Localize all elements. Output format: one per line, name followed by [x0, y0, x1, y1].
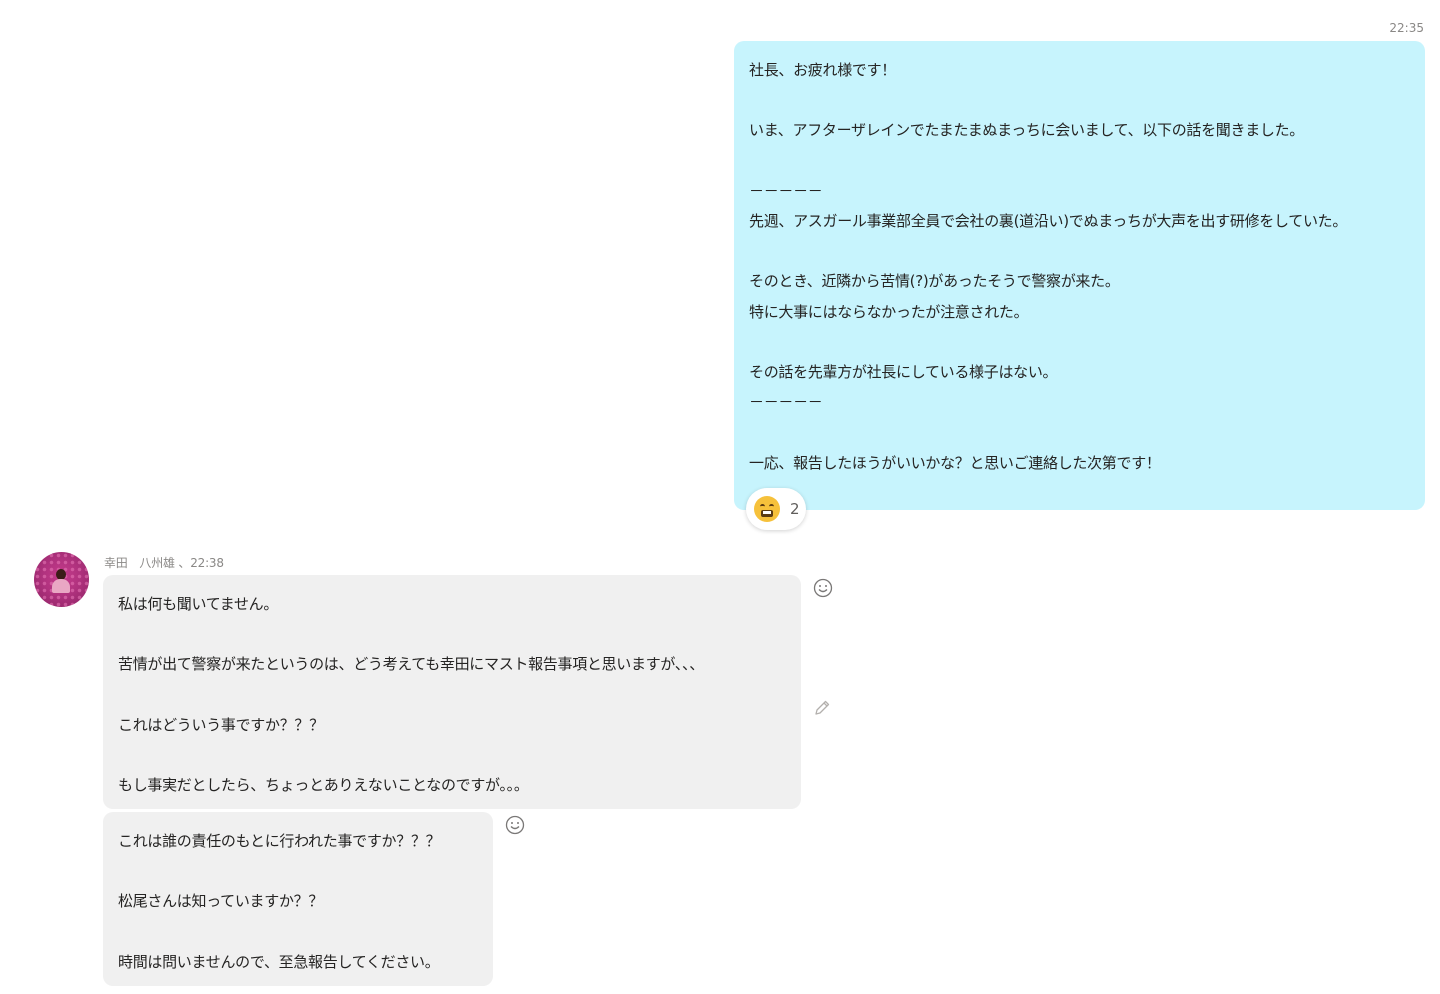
sender-meta: 幸田 八州雄 、22:38 — [104, 556, 224, 570]
chat-pane: 22:35 社長、お疲れ様です！ いま、アフターザレインでたまたまぬまっちに会い… — [0, 0, 1440, 994]
add-reaction-icon[interactable] — [505, 815, 525, 835]
outgoing-timestamp: 22:35 — [1389, 21, 1424, 35]
add-reaction-icon[interactable] — [813, 578, 833, 598]
avatar[interactable] — [34, 552, 89, 607]
outgoing-message-bubble[interactable]: 社長、お疲れ様です！ いま、アフターザレインでたまたまぬまっちに会いまして、以下… — [734, 41, 1425, 510]
edit-pencil-icon[interactable] — [812, 698, 832, 718]
fearful-face-icon — [754, 496, 780, 522]
incoming-message-bubble[interactable]: これは誰の責任のもとに行われた事ですか？？？ 松尾さんは知っていますか？？ 時間… — [103, 812, 493, 986]
reaction-badge[interactable]: 2 — [746, 488, 806, 530]
reaction-count: 2 — [790, 500, 800, 518]
incoming-message-bubble[interactable]: 私は何も聞いてません。 苦情が出て警察が来たというのは、どう考えても幸田にマスト… — [103, 575, 801, 809]
